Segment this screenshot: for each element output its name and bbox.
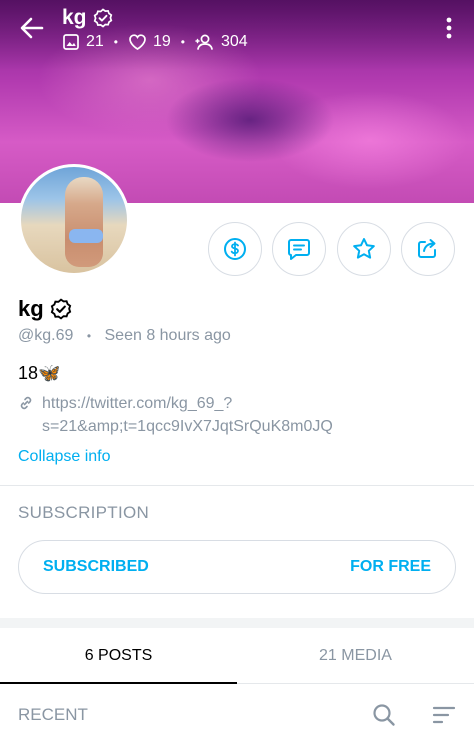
collapse-info-link[interactable]: Collapse info (18, 448, 111, 466)
tab-media[interactable]: 21 MEDIA (237, 628, 474, 683)
fans-count: 304 (221, 33, 248, 50)
header-name-text: kg (62, 6, 87, 29)
message-button[interactable] (272, 222, 326, 276)
likes-count: 19 (153, 33, 171, 50)
header-name: kg (62, 6, 113, 30)
subscribed-label: SUBSCRIBED (43, 558, 149, 575)
star-icon (353, 238, 375, 259)
bio-link-line2: s=21&amp;t=1qcc9IvX7JqtSrQuK8m0JQ (42, 418, 333, 435)
subscribed-button[interactable]: SUBSCRIBED FOR FREE (18, 540, 456, 594)
separator-dot: • (86, 329, 92, 343)
fans-stat: 304 (195, 33, 248, 51)
link-icon (20, 396, 32, 410)
profile-tabs: 6 POSTS 21 MEDIA (0, 628, 474, 684)
images-count: 21 (86, 33, 104, 50)
avatar[interactable] (18, 164, 130, 276)
fans-icon (195, 34, 213, 50)
tip-button[interactable] (208, 222, 262, 276)
sort-label: RECENT (18, 705, 88, 724)
subscription-title: SUBSCRIPTION (18, 503, 150, 522)
images-stat: 21 (62, 33, 104, 51)
more-vertical-icon[interactable] (438, 14, 460, 42)
share-icon (418, 239, 436, 258)
avatar-figure (65, 177, 103, 267)
section-gap (0, 618, 474, 628)
profile-name-text: kg (18, 296, 44, 321)
handle-line: @kg.69 • Seen 8 hours ago (18, 327, 231, 345)
share-button[interactable] (401, 222, 455, 276)
verified-icon (50, 298, 71, 320)
stat-separator: • (180, 35, 185, 49)
avatar-figure-detail (69, 229, 103, 243)
image-icon (63, 34, 79, 50)
username: @kg.69 (18, 327, 74, 344)
search-icon[interactable] (372, 703, 396, 727)
last-seen: Seen 8 hours ago (104, 327, 231, 344)
bio-link-text: https://twitter.com/kg_69_? s=21&amp;t=1… (42, 392, 333, 438)
stat-separator: • (113, 35, 118, 49)
back-arrow-icon[interactable] (18, 14, 46, 42)
sort-icon[interactable] (432, 704, 456, 726)
divider (0, 485, 474, 486)
bio-link-line1: https://twitter.com/kg_69_? (42, 395, 233, 412)
bio-link[interactable]: https://twitter.com/kg_69_? s=21&amp;t=1… (18, 392, 458, 438)
heart-icon (129, 34, 146, 50)
bio-text: 18🦋 (18, 363, 61, 383)
verified-icon (93, 8, 112, 28)
tab-posts[interactable]: 6 POSTS (0, 628, 237, 684)
likes-stat: 19 (128, 33, 171, 51)
favorite-button[interactable] (337, 222, 391, 276)
header-stats: 21 • 19 • 304 (62, 33, 248, 51)
message-icon (288, 239, 310, 260)
profile-name: kg (18, 296, 72, 322)
tip-dollar-icon (224, 238, 246, 260)
price-label: FOR FREE (350, 558, 431, 575)
